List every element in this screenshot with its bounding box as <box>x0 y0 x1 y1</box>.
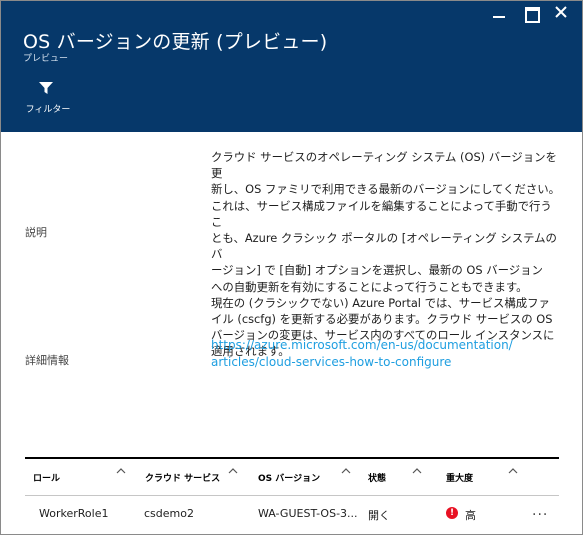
maximize-icon[interactable] <box>524 5 542 23</box>
sort-chevron-up-icon[interactable] <box>116 467 126 475</box>
cell-os-version: WA-GUEST-OS-3... <box>258 507 358 520</box>
description-line: とも、Azure クラシック ポータルの [オペレーティング システムのバ <box>211 231 557 262</box>
more-options-button[interactable]: ... <box>532 503 548 519</box>
page-subtitle: プレビュー <box>23 54 69 64</box>
cell-cloud-service: csdemo2 <box>144 507 194 520</box>
cell-role: WorkerRole1 <box>39 507 109 520</box>
more-info-link-line: articles/cloud-services-how-to-configure <box>211 355 452 369</box>
os-update-grid: ロール クラウド サービス OS バージョン 状態 重大度 WorkerRole… <box>25 457 559 530</box>
filter-icon <box>39 82 53 94</box>
sort-chevron-up-icon[interactable] <box>412 467 422 475</box>
more-info-link[interactable]: https://azure.microsoft.com/en-us/docume… <box>211 337 561 371</box>
sort-chevron-up-icon[interactable] <box>341 467 351 475</box>
sort-chevron-up-icon[interactable] <box>228 467 238 475</box>
description-line: これは、サービス構成ファイルを編集することによって手動で行うこ <box>211 198 552 229</box>
column-header-state[interactable]: 状態 <box>368 471 386 484</box>
column-header-role[interactable]: ロール <box>33 471 60 484</box>
column-header-os-version[interactable]: OS バージョン <box>258 471 320 484</box>
column-header-cloud-service[interactable]: クラウド サービス <box>145 471 220 484</box>
filter-button[interactable]: フィルター <box>23 81 73 121</box>
column-header-severity[interactable]: 重大度 <box>446 471 473 484</box>
description-line: クラウド サービスのオペレーティング システム (OS) バージョンを更 <box>211 150 557 181</box>
description-label: 説明 <box>25 226 47 239</box>
cell-severity: 高 <box>465 509 476 522</box>
page-title: OS バージョンの更新 (プレビュー) <box>23 31 328 53</box>
sort-chevron-up-icon[interactable] <box>508 467 518 475</box>
blade-window: OS バージョンの更新 (プレビュー) プレビュー フィルター 説明 クラウド … <box>0 0 583 535</box>
blade-header: OS バージョンの更新 (プレビュー) プレビュー フィルター <box>1 1 582 132</box>
description-line: 新し、OS ファミリで利用できる最新のバージョンにしてください。 <box>211 182 561 197</box>
description-line: ージョン] で [自動] オプションを選択し、最新の OS バージョン <box>211 263 543 278</box>
table-row[interactable]: WorkerRole1 csdemo2 WA-GUEST-OS-3... 開く … <box>25 496 559 530</box>
description-line: イル (cscfg) を更新する必要があります。クラウド サービスの OS <box>211 312 553 327</box>
description-line: への自動更新を有効にすることによって行うこともできます。 <box>211 279 528 294</box>
grid-header: ロール クラウド サービス OS バージョン 状態 重大度 <box>25 457 559 496</box>
more-info-label: 詳細情報 <box>25 354 69 367</box>
filter-label: フィルター <box>25 105 71 115</box>
close-icon[interactable] <box>554 5 572 23</box>
minimize-icon[interactable] <box>491 5 509 23</box>
more-info-link-line: https://azure.microsoft.com/en-us/docume… <box>211 338 513 352</box>
cell-state: 開く <box>368 509 390 522</box>
description-text: クラウド サービスのオペレーティング システム (OS) バージョンを更 新し、… <box>211 149 561 360</box>
error-icon: ! <box>446 507 458 519</box>
description-line: 現在の (クラシックでない) Azure Portal では、サービス構成ファ <box>211 295 550 310</box>
